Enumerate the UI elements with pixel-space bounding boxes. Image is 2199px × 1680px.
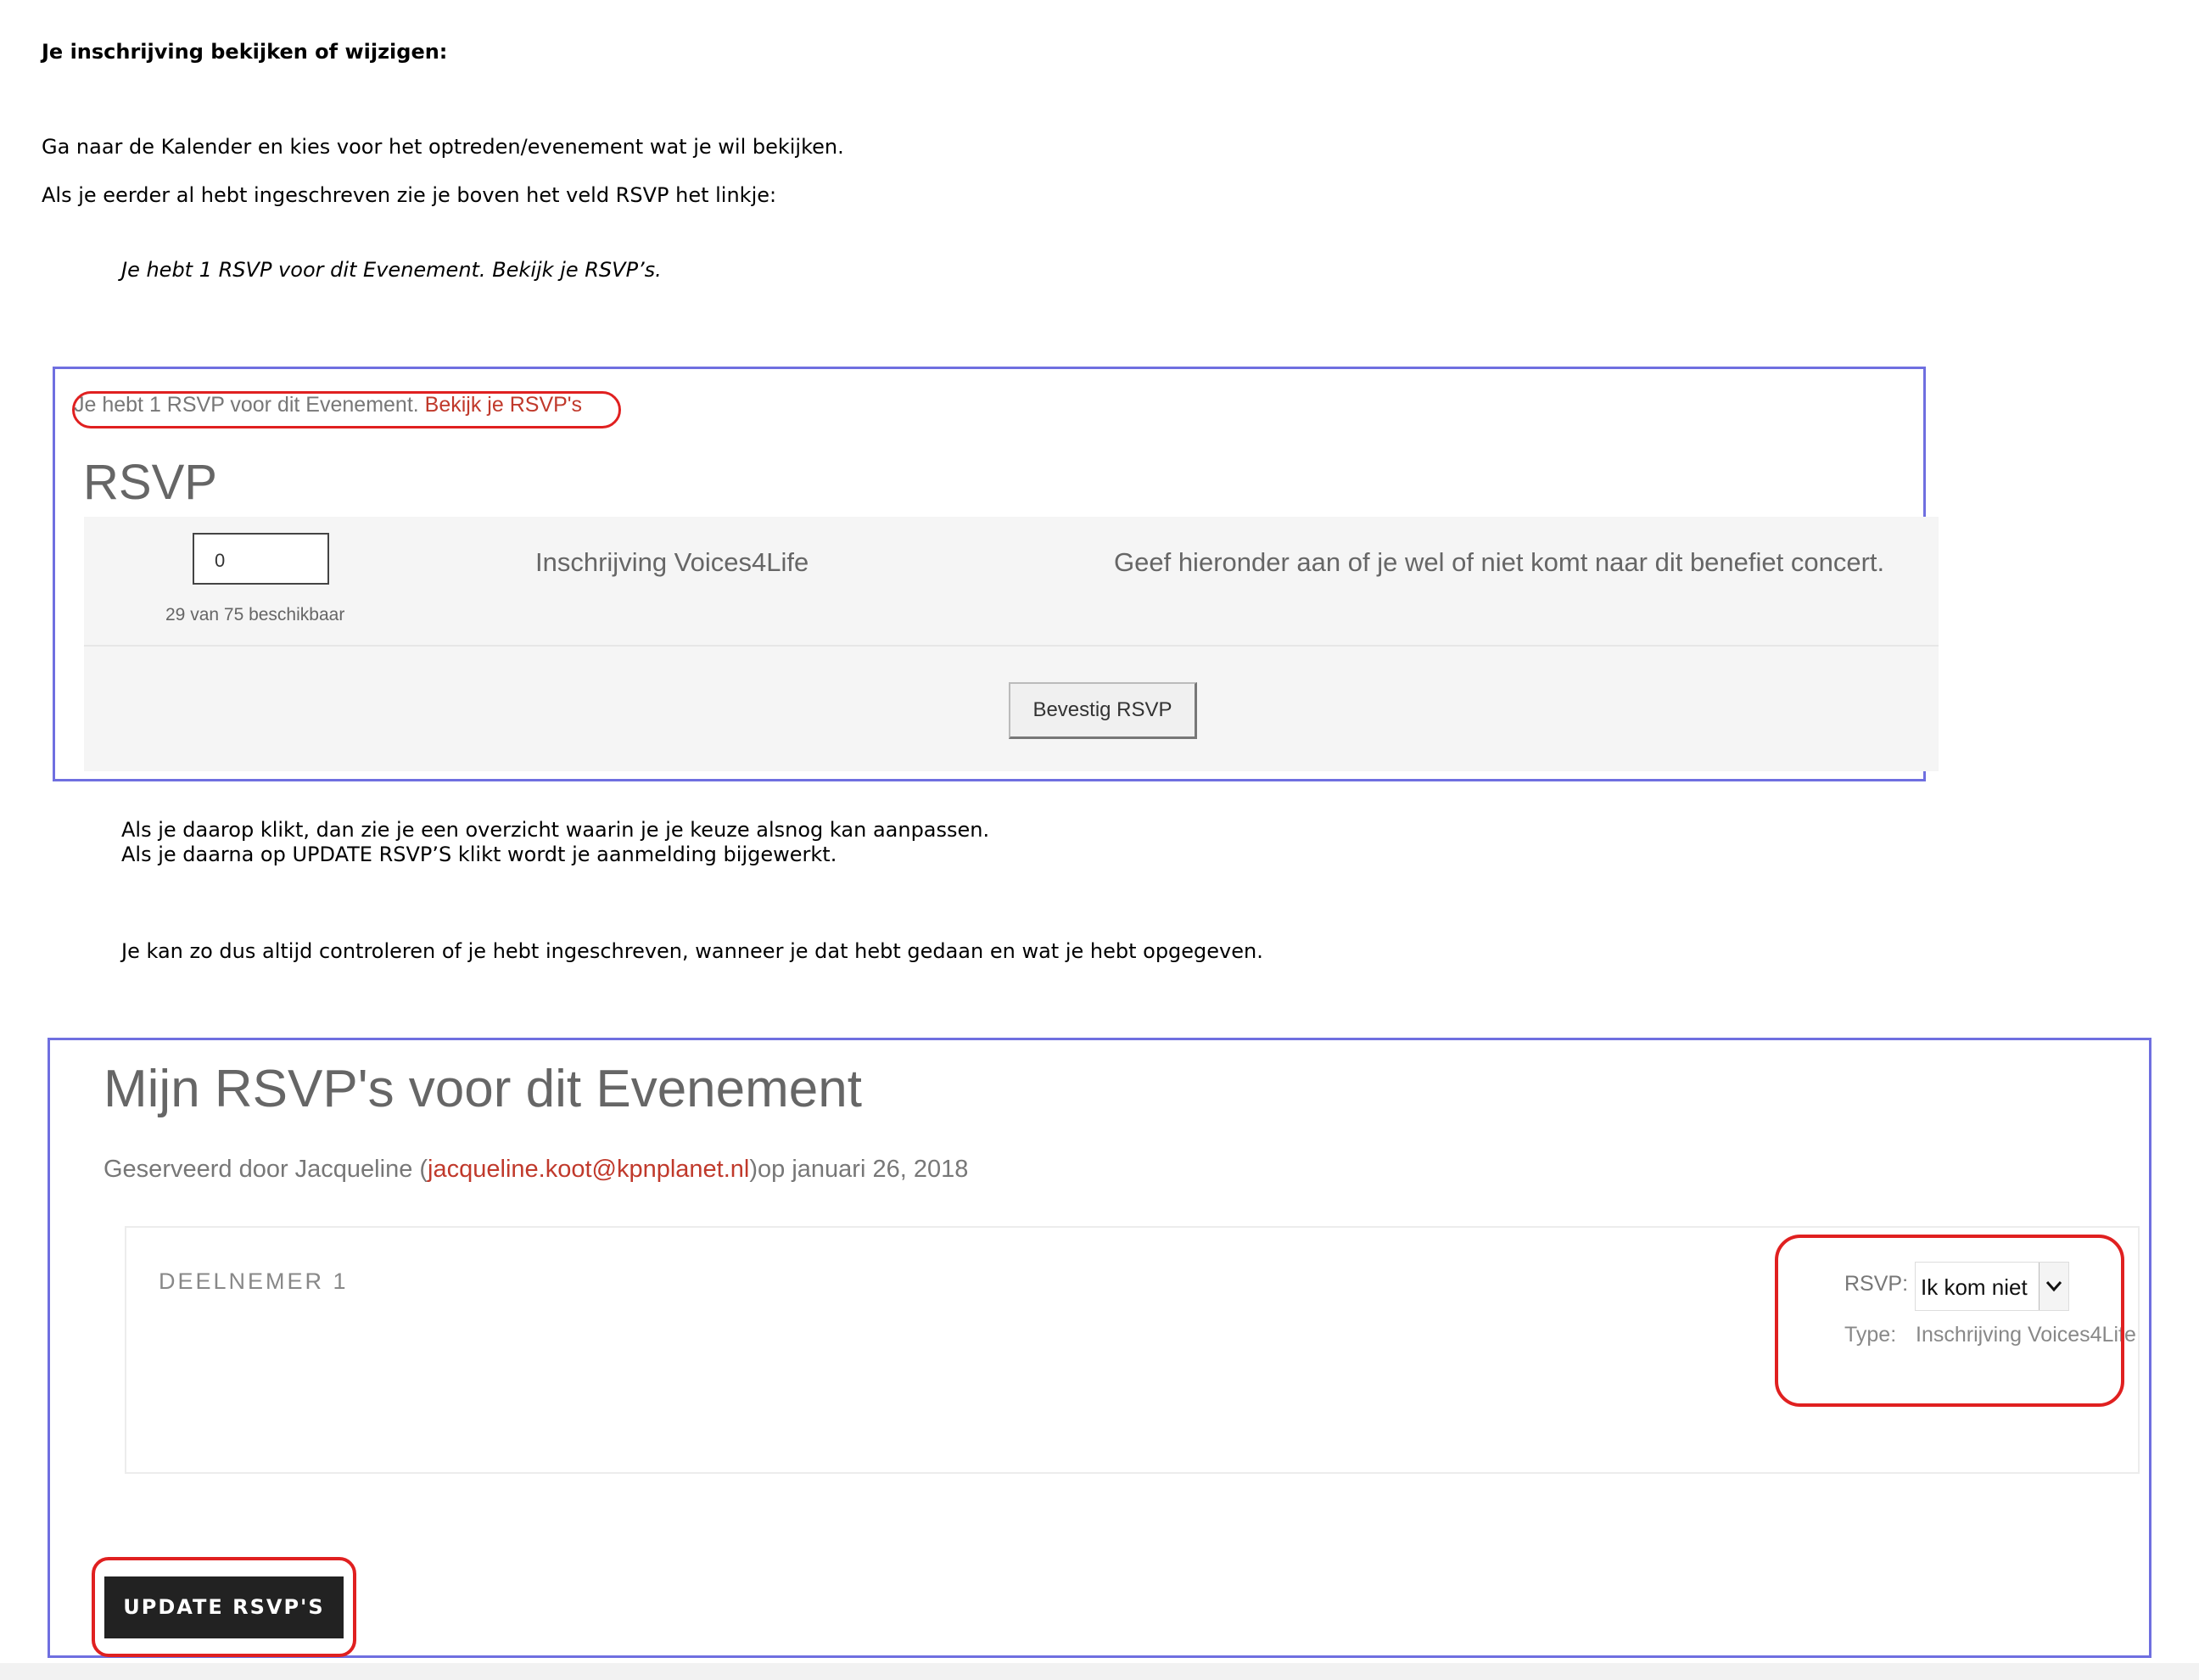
reserved-prefix: Geserveerd door Jacqueline ( — [104, 1156, 428, 1183]
divider — [84, 645, 1939, 647]
availability-text: 29 van 75 beschikbaar — [165, 605, 345, 624]
ticket-description: Geef hieronder aan of je wel of niet kom… — [1114, 547, 1885, 577]
annotation-circle — [1775, 1235, 2124, 1407]
attendee-label: DEELNEMER 1 — [159, 1268, 349, 1294]
doc-heading: Je inschrijving bekijken of wijzigen: — [42, 40, 448, 64]
my-rsvps-title: Mijn RSVP's voor dit Evenement — [104, 1060, 862, 1118]
ticket-panel: 0 29 van 75 beschikbaar Inschrijving Voi… — [84, 517, 1939, 771]
rsvp-title: RSVP — [83, 455, 217, 510]
annotation-circle — [72, 391, 621, 428]
reserved-suffix: )op januari 26, 2018 — [749, 1156, 969, 1183]
doc-quote: Je hebt 1 RSVP voor dit Evenement. Bekij… — [121, 258, 662, 282]
quantity-input[interactable]: 0 — [193, 533, 329, 585]
bottom-strip — [0, 1663, 2199, 1680]
my-rsvps-screenshot: Mijn RSVP's voor dit Evenement Geserveer… — [48, 1038, 2151, 1658]
rsvp-form-screenshot: Je hebt 1 RSVP voor dit Evenement. Bekij… — [53, 367, 1939, 781]
doc-intro-2: Als je eerder al hebt ingeschreven zie j… — [42, 183, 777, 207]
email-link[interactable]: jacqueline.koot@kpnplanet.nl — [428, 1156, 749, 1183]
doc-intro-1: Ga naar de Kalender en kies voor het opt… — [42, 135, 844, 159]
confirm-rsvp-button[interactable]: Bevestig RSVP — [1009, 682, 1197, 739]
reserved-by-line: Geserveerd door Jacqueline (jacqueline.k… — [104, 1156, 968, 1184]
doc-after-1: Als je daarop klikt, dan zie je een over… — [121, 818, 990, 842]
annotation-circle — [92, 1557, 356, 1657]
doc-after-3: Je kan zo dus altijd controleren of je h… — [121, 939, 1263, 963]
ticket-name: Inschrijving Voices4Life — [535, 547, 809, 577]
doc-after-2: Als je daarna op UPDATE RSVP’S klikt wor… — [121, 843, 837, 866]
